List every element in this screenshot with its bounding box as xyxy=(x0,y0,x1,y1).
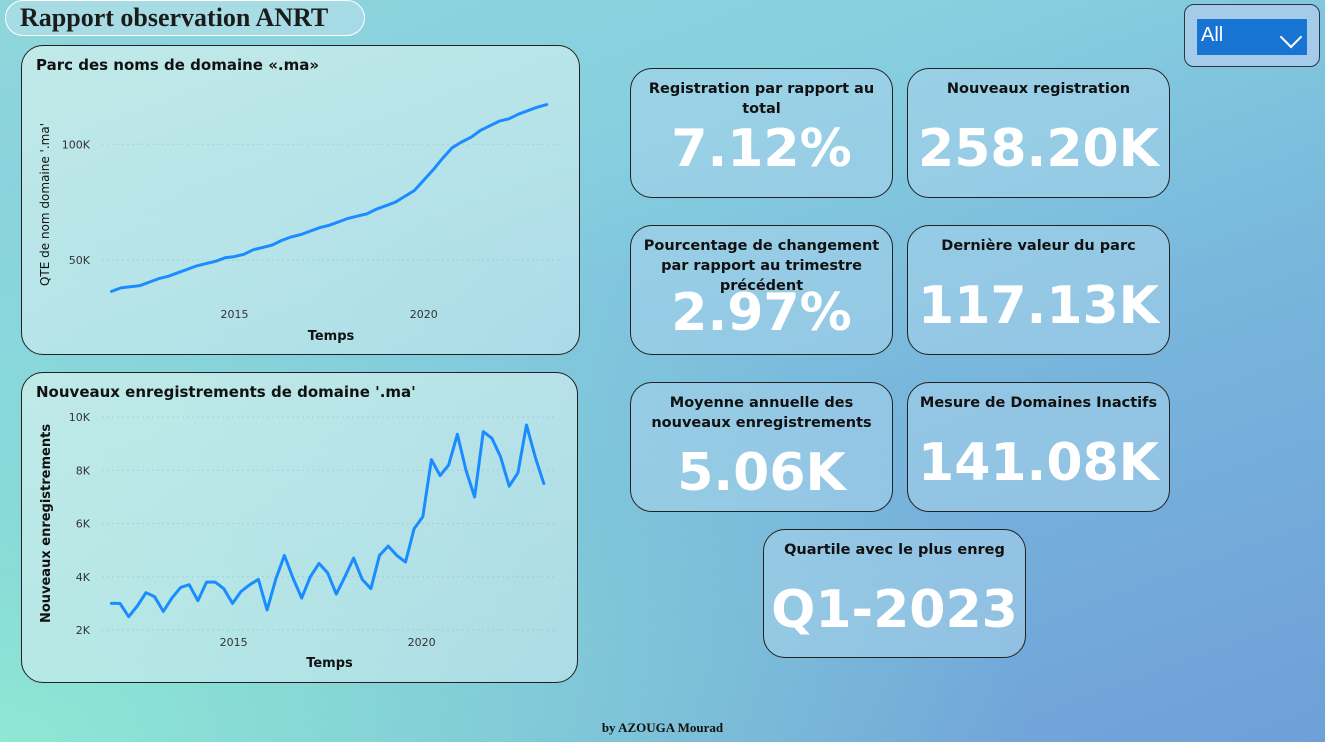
kpi-value: 2.97% xyxy=(671,283,852,343)
y-axis-label: Nouveaux enregistrements xyxy=(39,424,54,623)
x-axis-label: Temps xyxy=(306,656,353,671)
kpi-value: 5.06K xyxy=(677,443,846,503)
kpi-annual-mean: Moyenne annuelle des nouveaux enregistre… xyxy=(630,382,893,512)
kpi-label: Moyenne annuelle des nouveaux enregistre… xyxy=(651,395,872,431)
chevron-down-icon[interactable] xyxy=(1279,25,1303,49)
series-line xyxy=(109,423,546,619)
kpi-inactive-domains: Mesure de Domaines Inactifs 141.08K xyxy=(907,382,1170,512)
kpi-value: Q1-2023 xyxy=(771,580,1018,640)
y-tick-label: 10K xyxy=(69,411,91,424)
kpi-last-park-value: Dernière valeur du parc 117.13K xyxy=(907,225,1170,355)
x-axis-label: Temps xyxy=(308,329,355,344)
y-tick-label: 2K xyxy=(76,624,91,637)
report-title-banner: Rapport observation ANRT xyxy=(5,0,365,36)
page-title: Rapport observation ANRT xyxy=(20,3,329,32)
kpi-label: Registration par rapport au total xyxy=(648,81,875,117)
kpi-best-quarter: Quartile avec le plus enreg Q1-2023 xyxy=(763,529,1026,658)
slicer-dropdown[interactable]: All xyxy=(1197,19,1307,55)
y-tick-label: 100K xyxy=(62,138,91,151)
x-tick-label: 2020 xyxy=(408,636,436,649)
kpi-label: Dernière valeur du parc xyxy=(941,238,1136,254)
kpi-new-registrations: Nouveaux registration 258.20K xyxy=(907,68,1170,198)
domain-park-plot: 50K 100K 2015 2020 Temps QTE de nom domaine '… xyxy=(38,103,560,344)
kpi-label: Mesure de Domaines Inactifs xyxy=(919,395,1158,411)
kpi-label: Nouveaux registration xyxy=(946,81,1131,97)
y-tick-label: 4K xyxy=(76,571,91,584)
series-line xyxy=(110,103,549,293)
kpi-value: 141.08K xyxy=(918,433,1159,493)
y-tick-label: 6K xyxy=(76,518,91,531)
kpi-pct-change: Pourcentage de changement par rapport au… xyxy=(630,225,893,355)
kpi-value: 7.12% xyxy=(671,119,852,179)
new-registrations-chart[interactable]: Nouveaux enregistrements de domaine '.ma… xyxy=(21,372,578,683)
kpi-registration-ratio: Registration par rapport au total 7.12% xyxy=(630,68,893,198)
kpi-value: 258.20K xyxy=(918,119,1159,179)
x-tick-label: 2020 xyxy=(410,308,438,321)
slicer-selected-value: All xyxy=(1201,24,1224,46)
y-tick-label: 50K xyxy=(69,254,91,267)
filter-slicer[interactable]: All xyxy=(1184,4,1320,67)
author-credit: by AZOUGA Mourad xyxy=(601,720,724,735)
new-registrations-plot: 2K 4K 6K 8K 10K 2015 2020 Temps Nouveaux enregis… xyxy=(39,411,557,671)
x-tick-label: 2015 xyxy=(220,308,248,321)
kpi-label: Quartile avec le plus enreg xyxy=(784,542,1005,558)
kpi-value: 117.13K xyxy=(918,276,1159,336)
x-tick-label: 2015 xyxy=(220,636,248,649)
domain-park-chart[interactable]: Parc des noms de domaine «.ma» 50K 100K 20… xyxy=(21,45,580,355)
y-axis-label: QTE de nom domaine '.ma' xyxy=(38,123,52,286)
y-tick-label: 8K xyxy=(76,464,91,477)
